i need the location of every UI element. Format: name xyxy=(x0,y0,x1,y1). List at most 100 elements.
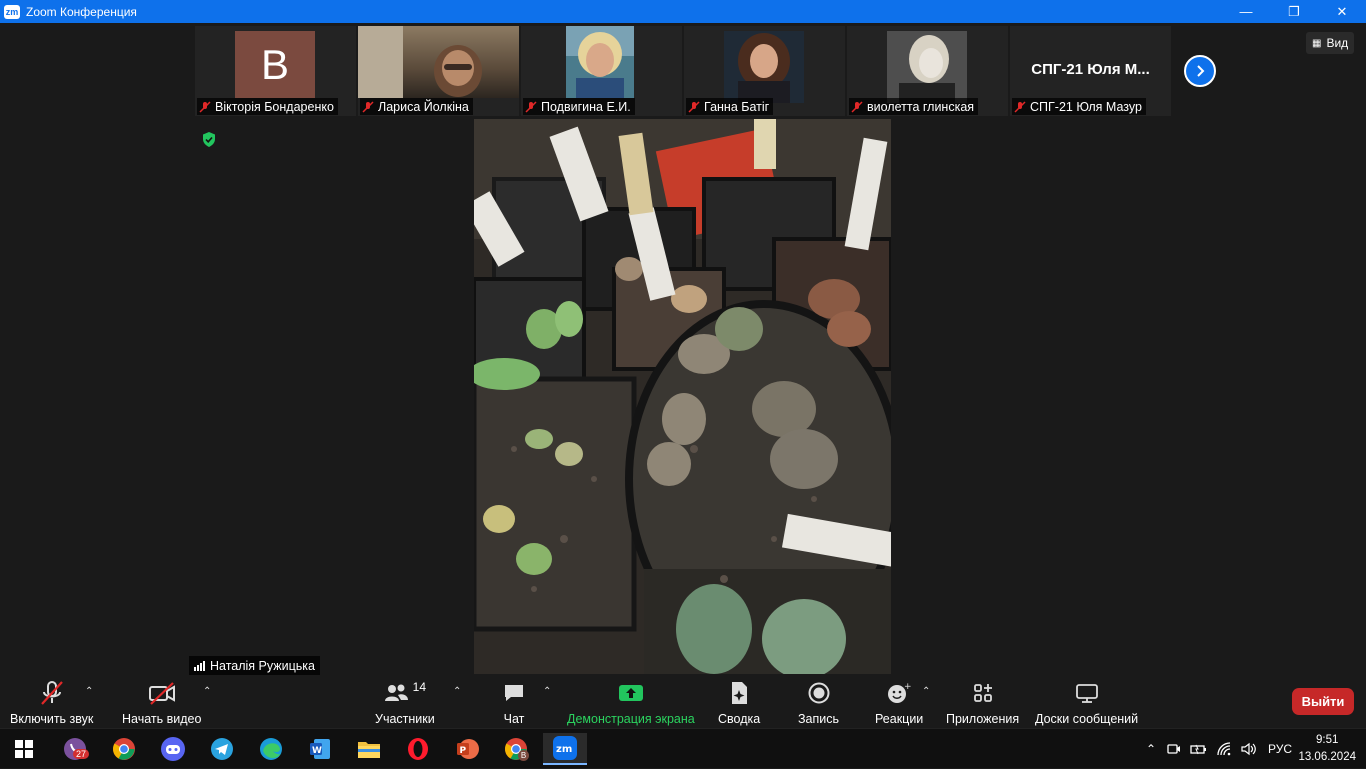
svg-text:zm: zm xyxy=(556,744,572,755)
participant-tile[interactable]: Подвигина Е.И. xyxy=(521,26,682,116)
opera-icon xyxy=(408,738,428,760)
record-label: Запись xyxy=(798,712,840,726)
taskbar-telegram[interactable] xyxy=(202,733,242,765)
meeting-toolbar: Включить звук ⌃ Начать видео ⌃ 14 Участн… xyxy=(0,676,1366,728)
input-language[interactable]: РУС xyxy=(1268,742,1292,756)
reactions-button[interactable]: + Реакции xyxy=(875,680,923,726)
participant-tile[interactable]: виолетта глинская xyxy=(847,26,1008,116)
muted-mic-icon xyxy=(362,100,374,113)
share-screen-label: Демонстрация экрана xyxy=(567,712,695,726)
participant-tile[interactable]: Ганна Батіг xyxy=(684,26,845,116)
svg-text:+: + xyxy=(904,682,911,692)
participant-video xyxy=(724,31,804,103)
start-video-label: Начать видео xyxy=(122,712,202,726)
share-screen-button[interactable]: Демонстрация экрана xyxy=(567,680,695,726)
participant-tile[interactable]: Лариса Йолкіна xyxy=(358,26,519,116)
encryption-shield-icon[interactable] xyxy=(202,132,216,147)
participant-name: Подвигина Е.И. xyxy=(541,99,631,114)
participants-label: Участники xyxy=(375,712,435,726)
next-page-button[interactable] xyxy=(1184,55,1216,87)
participants-button[interactable]: 14 Участники xyxy=(375,680,435,726)
taskbar-edge[interactable] xyxy=(251,733,291,765)
taskbar-chrome-profile[interactable]: B xyxy=(496,733,536,765)
taskbar-zoom[interactable]: zm xyxy=(543,733,587,765)
share-screen-icon xyxy=(618,685,643,701)
svg-text:P: P xyxy=(460,746,467,756)
windows-logo-icon xyxy=(15,740,33,758)
participant-strip: B Вікторія Бондаренко Лариса Йолкіна Под… xyxy=(195,26,1171,116)
participant-name: виолетта глинская xyxy=(867,99,975,114)
participant-name: Вікторія Бондаренко xyxy=(215,99,334,114)
participant-name: Лариса Йолкіна xyxy=(378,99,469,114)
chat-label: Чат xyxy=(503,712,525,726)
summary-button[interactable]: Сводка xyxy=(718,680,760,726)
wifi-icon[interactable] xyxy=(1216,741,1234,757)
video-off-icon xyxy=(148,680,176,706)
taskbar-powerpoint[interactable]: P xyxy=(447,733,487,765)
participant-name: СПГ-21 Юля Мазур xyxy=(1030,99,1142,114)
apps-label: Приложения xyxy=(946,712,1020,726)
reactions-emoji-icon: + xyxy=(888,682,911,703)
taskbar-file-explorer[interactable] xyxy=(349,733,389,765)
start-video-button[interactable]: Начать видео xyxy=(122,680,201,726)
volume-icon[interactable] xyxy=(1240,741,1258,757)
minimize-button[interactable]: — xyxy=(1222,0,1270,23)
telegram-icon xyxy=(211,738,233,760)
taskbar-word[interactable]: W xyxy=(300,733,340,765)
chrome-icon xyxy=(113,738,135,760)
participant-video xyxy=(566,26,634,98)
reactions-options-chevron-icon[interactable]: ⌃ xyxy=(922,686,930,697)
leave-button[interactable]: Выйти xyxy=(1292,688,1354,715)
view-button[interactable]: ▦ Вид xyxy=(1306,32,1355,54)
unmute-label: Включить звук xyxy=(10,712,94,726)
muted-microphone-icon xyxy=(39,680,65,706)
chrome-profile-badge: B xyxy=(518,750,529,761)
muted-mic-icon xyxy=(688,100,700,113)
whiteboards-button[interactable]: Доски сообщений xyxy=(1035,680,1138,726)
taskbar-opera[interactable] xyxy=(398,733,438,765)
powerpoint-icon: P xyxy=(457,739,479,759)
record-button[interactable]: Запись xyxy=(798,680,839,726)
unmute-button[interactable]: Включить звук xyxy=(10,680,93,726)
reactions-label: Реакции xyxy=(875,712,924,726)
show-hidden-icons-chevron-icon[interactable]: ⌃ xyxy=(1142,742,1160,756)
word-icon: W xyxy=(310,739,330,759)
restore-button[interactable]: ❐ xyxy=(1270,0,1318,23)
participant-tile[interactable]: B Вікторія Бондаренко xyxy=(195,26,356,116)
participant-avatar: B xyxy=(235,31,315,98)
chat-button[interactable]: Чат xyxy=(503,680,525,726)
viber-badge: 27 xyxy=(73,749,90,759)
zoom-icon: zm xyxy=(553,736,577,760)
chevron-right-icon xyxy=(1197,65,1205,77)
summary-label: Сводка xyxy=(718,712,761,726)
close-button[interactable]: ✕ xyxy=(1318,0,1366,23)
audio-options-chevron-icon[interactable]: ⌃ xyxy=(85,686,93,697)
clock[interactable]: 9:51 13.06.2024 xyxy=(1298,732,1356,766)
apps-button[interactable]: Приложения xyxy=(946,680,1019,726)
participants-options-chevron-icon[interactable]: ⌃ xyxy=(453,686,461,697)
taskbar-viber[interactable]: 27 xyxy=(55,733,95,765)
taskbar-discord[interactable] xyxy=(153,733,193,765)
start-button[interactable] xyxy=(4,733,44,765)
participant-display-title: СПГ-21 Юля М... xyxy=(1031,61,1150,78)
muted-mic-icon xyxy=(1014,100,1026,113)
battery-icon[interactable] xyxy=(1190,741,1208,757)
muted-mic-icon xyxy=(851,100,863,113)
folder-icon xyxy=(358,742,380,758)
svg-text:W: W xyxy=(312,746,322,756)
participants-icon xyxy=(384,684,408,701)
chat-options-chevron-icon[interactable]: ⌃ xyxy=(543,686,551,697)
active-speaker-label: Наталія Ружицька xyxy=(189,656,320,675)
muted-mic-icon xyxy=(199,100,211,113)
windows-taskbar: 27 W P B zm ⌃ РУС 9:51 13.06.2024 xyxy=(0,728,1366,768)
muted-mic-icon xyxy=(525,100,537,113)
taskbar-chrome[interactable] xyxy=(104,733,144,765)
meet-now-icon[interactable] xyxy=(1166,741,1182,757)
title-bar: zm Zoom Конференция — ❐ ✕ xyxy=(0,0,1366,23)
clock-date: 13.06.2024 xyxy=(1298,751,1356,763)
chat-icon xyxy=(505,685,523,701)
video-options-chevron-icon[interactable]: ⌃ xyxy=(203,686,211,697)
participants-count: 14 xyxy=(412,680,427,694)
participant-tile[interactable]: СПГ-21 Юля М... СПГ-21 Юля Мазур xyxy=(1010,26,1171,116)
ai-summary-icon xyxy=(732,682,748,704)
